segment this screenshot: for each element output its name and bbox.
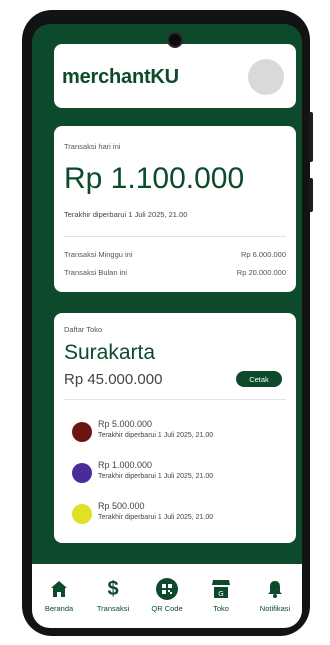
store-list-card: Daftar Toko Surakarta Rp 45.000.000 Ceta…: [54, 313, 296, 543]
store-transaction-item[interactable]: Rp 1.000.000 Terakhir diperbarui 1 Juli …: [72, 460, 286, 488]
brand-logo: merchantKU: [62, 66, 179, 88]
home-icon: [48, 578, 70, 600]
nav-item-toko[interactable]: G Toko: [195, 578, 247, 613]
today-transactions-card: Transaksi hari ini Rp 1.100.000 Terakhir…: [54, 126, 296, 292]
nav-label: Transaksi: [96, 604, 130, 613]
weekly-value: Rp 6.000.000: [240, 250, 286, 259]
store-section-label: Daftar Toko: [64, 325, 103, 334]
store-transaction-item[interactable]: Rp 5.000.000 Terakhir diperbarui 1 Juli …: [72, 419, 286, 447]
nav-item-transaksi[interactable]: $ Transaksi: [87, 577, 139, 614]
item-updated-text: Terakhir diperbarui 1 Juli 2025, 21.00: [98, 514, 214, 521]
color-dot-icon: [72, 422, 92, 442]
nav-label: QR Code: [151, 604, 183, 613]
dollar-icon: $: [107, 577, 119, 600]
divider: [64, 236, 286, 237]
item-updated-text: Terakhir diperbarui 1 Juli 2025, 21.00: [98, 473, 214, 480]
item-amount: Rp 500.000: [98, 501, 145, 511]
today-label: Transaksi hari ini: [64, 142, 121, 151]
color-dot-icon: [72, 504, 92, 524]
today-updated-text: Terakhir diperbarui 1 Juli 2025, 21.00: [64, 210, 188, 219]
nav-label: Toko: [213, 604, 229, 613]
store-total: Rp 45.000.000: [64, 371, 163, 388]
front-camera: [167, 32, 183, 48]
qr-icon: [156, 578, 178, 600]
today-amount: Rp 1.100.000: [64, 162, 245, 195]
nav-item-qr-code[interactable]: QR Code: [141, 578, 193, 613]
avatar[interactable]: [248, 59, 284, 95]
monthly-value: Rp 20.000.000: [236, 268, 286, 277]
bottom-nav: Beranda $ Transaksi QR Code G Toko Notif…: [32, 564, 302, 628]
nav-item-beranda[interactable]: Beranda: [33, 578, 85, 613]
monthly-label: Transaksi Bulan ini: [64, 268, 128, 277]
store-city: Surakarta: [64, 341, 156, 364]
volume-button: [309, 112, 313, 162]
print-button[interactable]: Cetak: [236, 371, 282, 387]
app-screen: merchantKU Transaksi hari ini Rp 1.100.0…: [32, 24, 302, 628]
item-updated-text: Terakhir diperbarui 1 Juli 2025, 21.00: [98, 432, 214, 439]
power-button: [309, 178, 313, 212]
weekly-label: Transaksi Minggu ini: [64, 250, 133, 259]
store-transaction-item[interactable]: Rp 500.000 Terakhir diperbarui 1 Juli 20…: [72, 501, 286, 529]
nav-label: Notifikasi: [259, 604, 291, 613]
bell-icon: [264, 578, 286, 600]
svg-text:G: G: [218, 590, 223, 598]
weekly-row: Transaksi Minggu ini Rp 6.000.000: [64, 250, 286, 259]
store-icon: G: [210, 578, 232, 600]
nav-item-notifikasi[interactable]: Notifikasi: [249, 578, 301, 613]
item-amount: Rp 1.000.000: [98, 460, 153, 470]
monthly-row: Transaksi Bulan ini Rp 20.000.000: [64, 268, 286, 277]
nav-label: Beranda: [44, 604, 74, 613]
color-dot-icon: [72, 463, 92, 483]
item-amount: Rp 5.000.000: [98, 419, 153, 429]
divider: [64, 399, 286, 400]
header-card: merchantKU: [54, 44, 296, 108]
